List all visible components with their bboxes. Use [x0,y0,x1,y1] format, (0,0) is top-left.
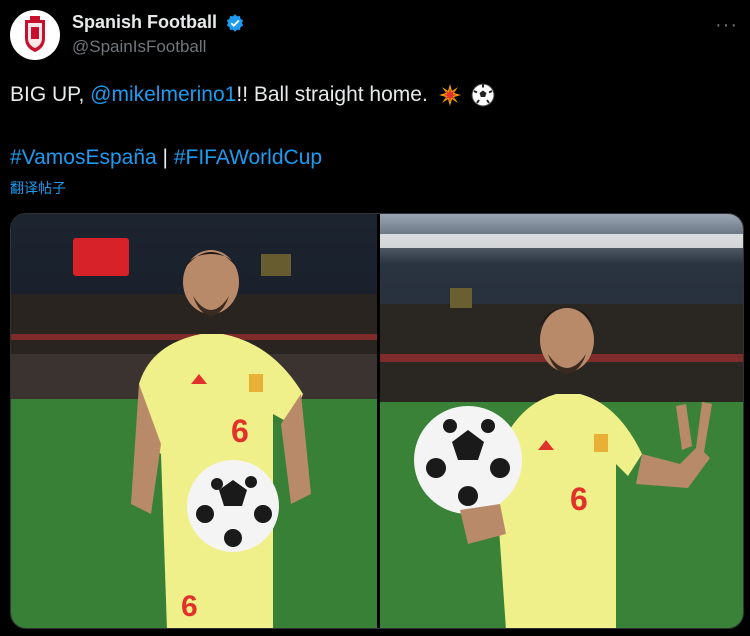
translate-post-link[interactable]: 翻译帖子 [10,178,66,198]
collision-icon [438,84,461,107]
soccer-ball-icon [471,83,495,107]
photo-right-image: 6 [380,214,743,628]
mention-link[interactable]: @mikelmerino1 [90,83,236,106]
author-names: Spanish Football @SpainIsFootball [72,12,245,57]
hashtag-vamos-espana[interactable]: #VamosEspaña [10,146,157,169]
tweet-text-suffix: !! Ball straight home. [236,83,428,106]
spain-crest-icon [25,16,45,52]
more-options-icon[interactable]: ··· [715,14,738,37]
hashtag-fifa-world-cup[interactable]: #FIFAWorldCup [174,146,322,169]
photo-right[interactable]: 6 [380,214,743,628]
tweet-header: Spanish Football @SpainIsFootball ··· [0,0,750,64]
handle[interactable]: @SpainIsFootball [72,37,245,57]
media-grid: 6 6 6 [10,213,744,629]
photo-left-image: 6 6 [11,214,377,628]
hashtags-line: #VamosEspaña | #FIFAWorldCup [10,144,322,172]
jersey-number-left: 6 [231,413,249,449]
photo-left[interactable]: 6 6 [11,214,377,628]
shorts-number-left: 6 [181,590,198,623]
tweet-text-prefix: BIG UP, [10,83,91,106]
jersey-number-right: 6 [570,481,588,517]
hashtag-separator: | [156,146,174,169]
avatar[interactable] [10,10,60,60]
display-name[interactable]: Spanish Football [72,12,217,33]
tweet-text: BIG UP, @mikelmerino1!! Ball straight ho… [10,81,495,109]
verified-badge-icon [227,13,244,32]
